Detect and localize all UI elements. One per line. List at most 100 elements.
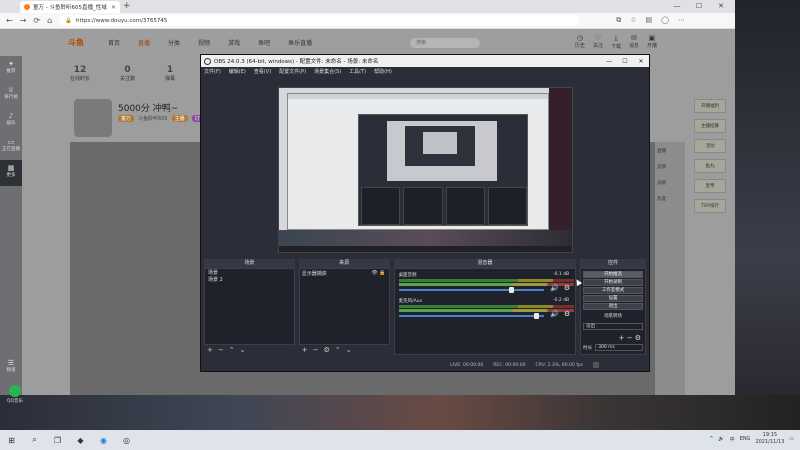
more-icon[interactable]: ⋯ (678, 16, 685, 25)
up-icon[interactable]: ⌃ (229, 346, 235, 354)
duration-input[interactable]: 300 ms (595, 344, 643, 351)
add-icon[interactable]: + (618, 334, 624, 342)
studio-mode-button[interactable]: 工作室模式 (583, 287, 643, 294)
transition-select[interactable]: 淡出 (583, 323, 643, 330)
volume-slider-handle[interactable] (509, 287, 515, 293)
remove-icon[interactable]: − (313, 346, 319, 354)
rail-item-yule[interactable]: ♪ 娱乐 (0, 108, 22, 134)
follow-button[interactable]: ♡ 关注 (593, 34, 603, 50)
extension-icon[interactable]: ⧉ (616, 16, 621, 25)
exit-button[interactable]: 退出 (583, 303, 643, 310)
reload-icon[interactable]: ⟳ (33, 16, 40, 25)
download-button[interactable]: ⤓ 下载 (611, 34, 621, 50)
ime-indicator[interactable]: 中 (730, 436, 735, 443)
task-view-icon[interactable]: ❐ (52, 435, 63, 446)
menu-file[interactable]: 文件(F) (204, 68, 221, 75)
home-icon[interactable]: ⌂ (47, 16, 52, 25)
avatar[interactable] (74, 99, 112, 137)
obs-minimize-button[interactable]: — (601, 58, 617, 65)
windows-start-icon[interactable]: ⊞ (6, 435, 17, 446)
volume-fader[interactable] (398, 315, 544, 317)
tab-close-icon[interactable]: ✕ (111, 4, 116, 11)
gear-icon[interactable]: ⚙ (564, 310, 570, 318)
new-tab-button[interactable]: + (123, 1, 131, 11)
maximize-button[interactable]: ☐ (688, 0, 710, 13)
forward-icon[interactable]: → (20, 16, 27, 25)
ad-1[interactable]: 开播福利 (694, 99, 726, 113)
favorites-icon[interactable]: ☆ (630, 16, 636, 25)
clock[interactable]: 19:15 2021/11/13 (755, 432, 784, 446)
ad-4[interactable]: 鱼丸 (694, 159, 726, 173)
gear-icon[interactable]: ⚙ (635, 334, 641, 342)
nav-live[interactable]: 直播 (138, 38, 150, 47)
rail-item-recommend[interactable]: ✦ 推荐 (0, 56, 22, 82)
remove-icon[interactable]: − (627, 334, 633, 342)
nav-home[interactable]: 首页 (108, 38, 120, 47)
broadcast-button[interactable]: ▣ 开播 (647, 34, 657, 50)
ad-3[interactable]: 活动 (694, 139, 726, 153)
nav-category[interactable]: 分类 (168, 38, 180, 47)
nav-yule[interactable]: 鱼乐直播 (288, 38, 312, 47)
down-icon[interactable]: ⌄ (240, 346, 246, 354)
nav-game[interactable]: 游戏 (228, 38, 240, 47)
ad-2[interactable]: 主播招募 (694, 119, 726, 133)
menu-view[interactable]: 查看(V) (254, 68, 271, 75)
remove-icon[interactable]: − (218, 346, 224, 354)
add-icon[interactable]: + (302, 346, 308, 354)
notification-icon[interactable]: ▭ (789, 436, 794, 442)
scene-item[interactable]: 场景 2 (207, 277, 292, 284)
obs-close-button[interactable]: ✕ (633, 58, 649, 65)
obs-taskbar-icon[interactable]: ◎ (121, 435, 132, 446)
rail-item-channel[interactable]: ☰ 频道 (0, 355, 22, 381)
collections-icon[interactable]: ▤ (645, 16, 652, 25)
browser-tab[interactable]: 童万 - 斗鱼聆听605直播_性域 ✕ (20, 1, 120, 13)
back-icon[interactable]: ← (6, 16, 13, 25)
ad-5[interactable]: 皇帝 (694, 179, 726, 193)
obs-maximize-button[interactable]: ☐ (617, 58, 633, 65)
nav-video[interactable]: 视频 (198, 38, 210, 47)
ad-6[interactable]: TOP排行 (694, 199, 726, 213)
menu-help[interactable]: 帮助(H) (374, 68, 392, 75)
gear-icon[interactable]: ⚙ (324, 346, 330, 354)
rail-item-more[interactable]: ▦ 更多 (0, 160, 22, 186)
url-field[interactable]: 🔒 https://www.douyu.com/3765745 (59, 15, 580, 26)
speaker-icon[interactable]: 🔊 (550, 284, 559, 292)
eye-lock-icon[interactable]: 👁 🔒 (371, 270, 385, 276)
tray-expand-icon[interactable]: ^ (709, 436, 713, 442)
menu-tools[interactable]: 工具(T) (349, 68, 366, 75)
volume-slider-handle[interactable] (533, 313, 539, 319)
speaker-icon[interactable]: 🔊 (550, 310, 559, 318)
site-logo[interactable]: 斗鱼 (68, 37, 84, 48)
volume-fader[interactable] (398, 289, 544, 291)
url-text: https://www.douyu.com/3765745 (76, 17, 168, 24)
profile-icon[interactable]: ◯ (661, 16, 669, 25)
volume-icon[interactable]: 🔊 (718, 436, 724, 442)
minimize-button[interactable]: — (666, 0, 688, 13)
add-icon[interactable]: + (207, 346, 213, 354)
gear-icon[interactable]: ⚙ (564, 284, 570, 292)
menu-scene-collection[interactable]: 场景集合(S) (314, 68, 341, 75)
search-icon[interactable]: ⌕ (29, 435, 40, 446)
nav-yuba[interactable]: 鱼吧 (258, 38, 270, 47)
message-button[interactable]: ✉ 消息 (629, 34, 639, 50)
language-indicator[interactable]: ENG (740, 436, 751, 442)
site-search-input[interactable]: 搜索 (410, 37, 481, 48)
settings-button[interactable]: 设置 (583, 295, 643, 302)
start-streaming-button[interactable]: 开始推流 (583, 271, 643, 278)
rail-item-live[interactable]: ▭ 正在直播 (0, 134, 22, 160)
down-icon[interactable]: ⌄ (346, 346, 352, 354)
scene-item[interactable]: 场景 (207, 270, 292, 277)
preview-canvas[interactable] (278, 87, 573, 253)
rail-item-rank[interactable]: ♕ 排行榜 (0, 82, 22, 108)
menu-profile[interactable]: 配置文件(P) (279, 68, 306, 75)
obs-preview[interactable] (201, 76, 649, 259)
history-button[interactable]: ◷ 历史 (575, 34, 585, 50)
close-button[interactable]: ✕ (710, 0, 732, 13)
qq-music-shortcut[interactable]: QQ音乐 (4, 385, 26, 404)
menu-edit[interactable]: 编辑(E) (229, 68, 246, 75)
start-recording-button[interactable]: 开始录制 (583, 279, 643, 286)
app-icon[interactable]: ◆ (75, 435, 86, 446)
tag-name[interactable]: 童万 (118, 115, 135, 122)
edge-browser-icon[interactable]: ◉ (98, 435, 109, 446)
up-icon[interactable]: ⌃ (335, 346, 341, 354)
